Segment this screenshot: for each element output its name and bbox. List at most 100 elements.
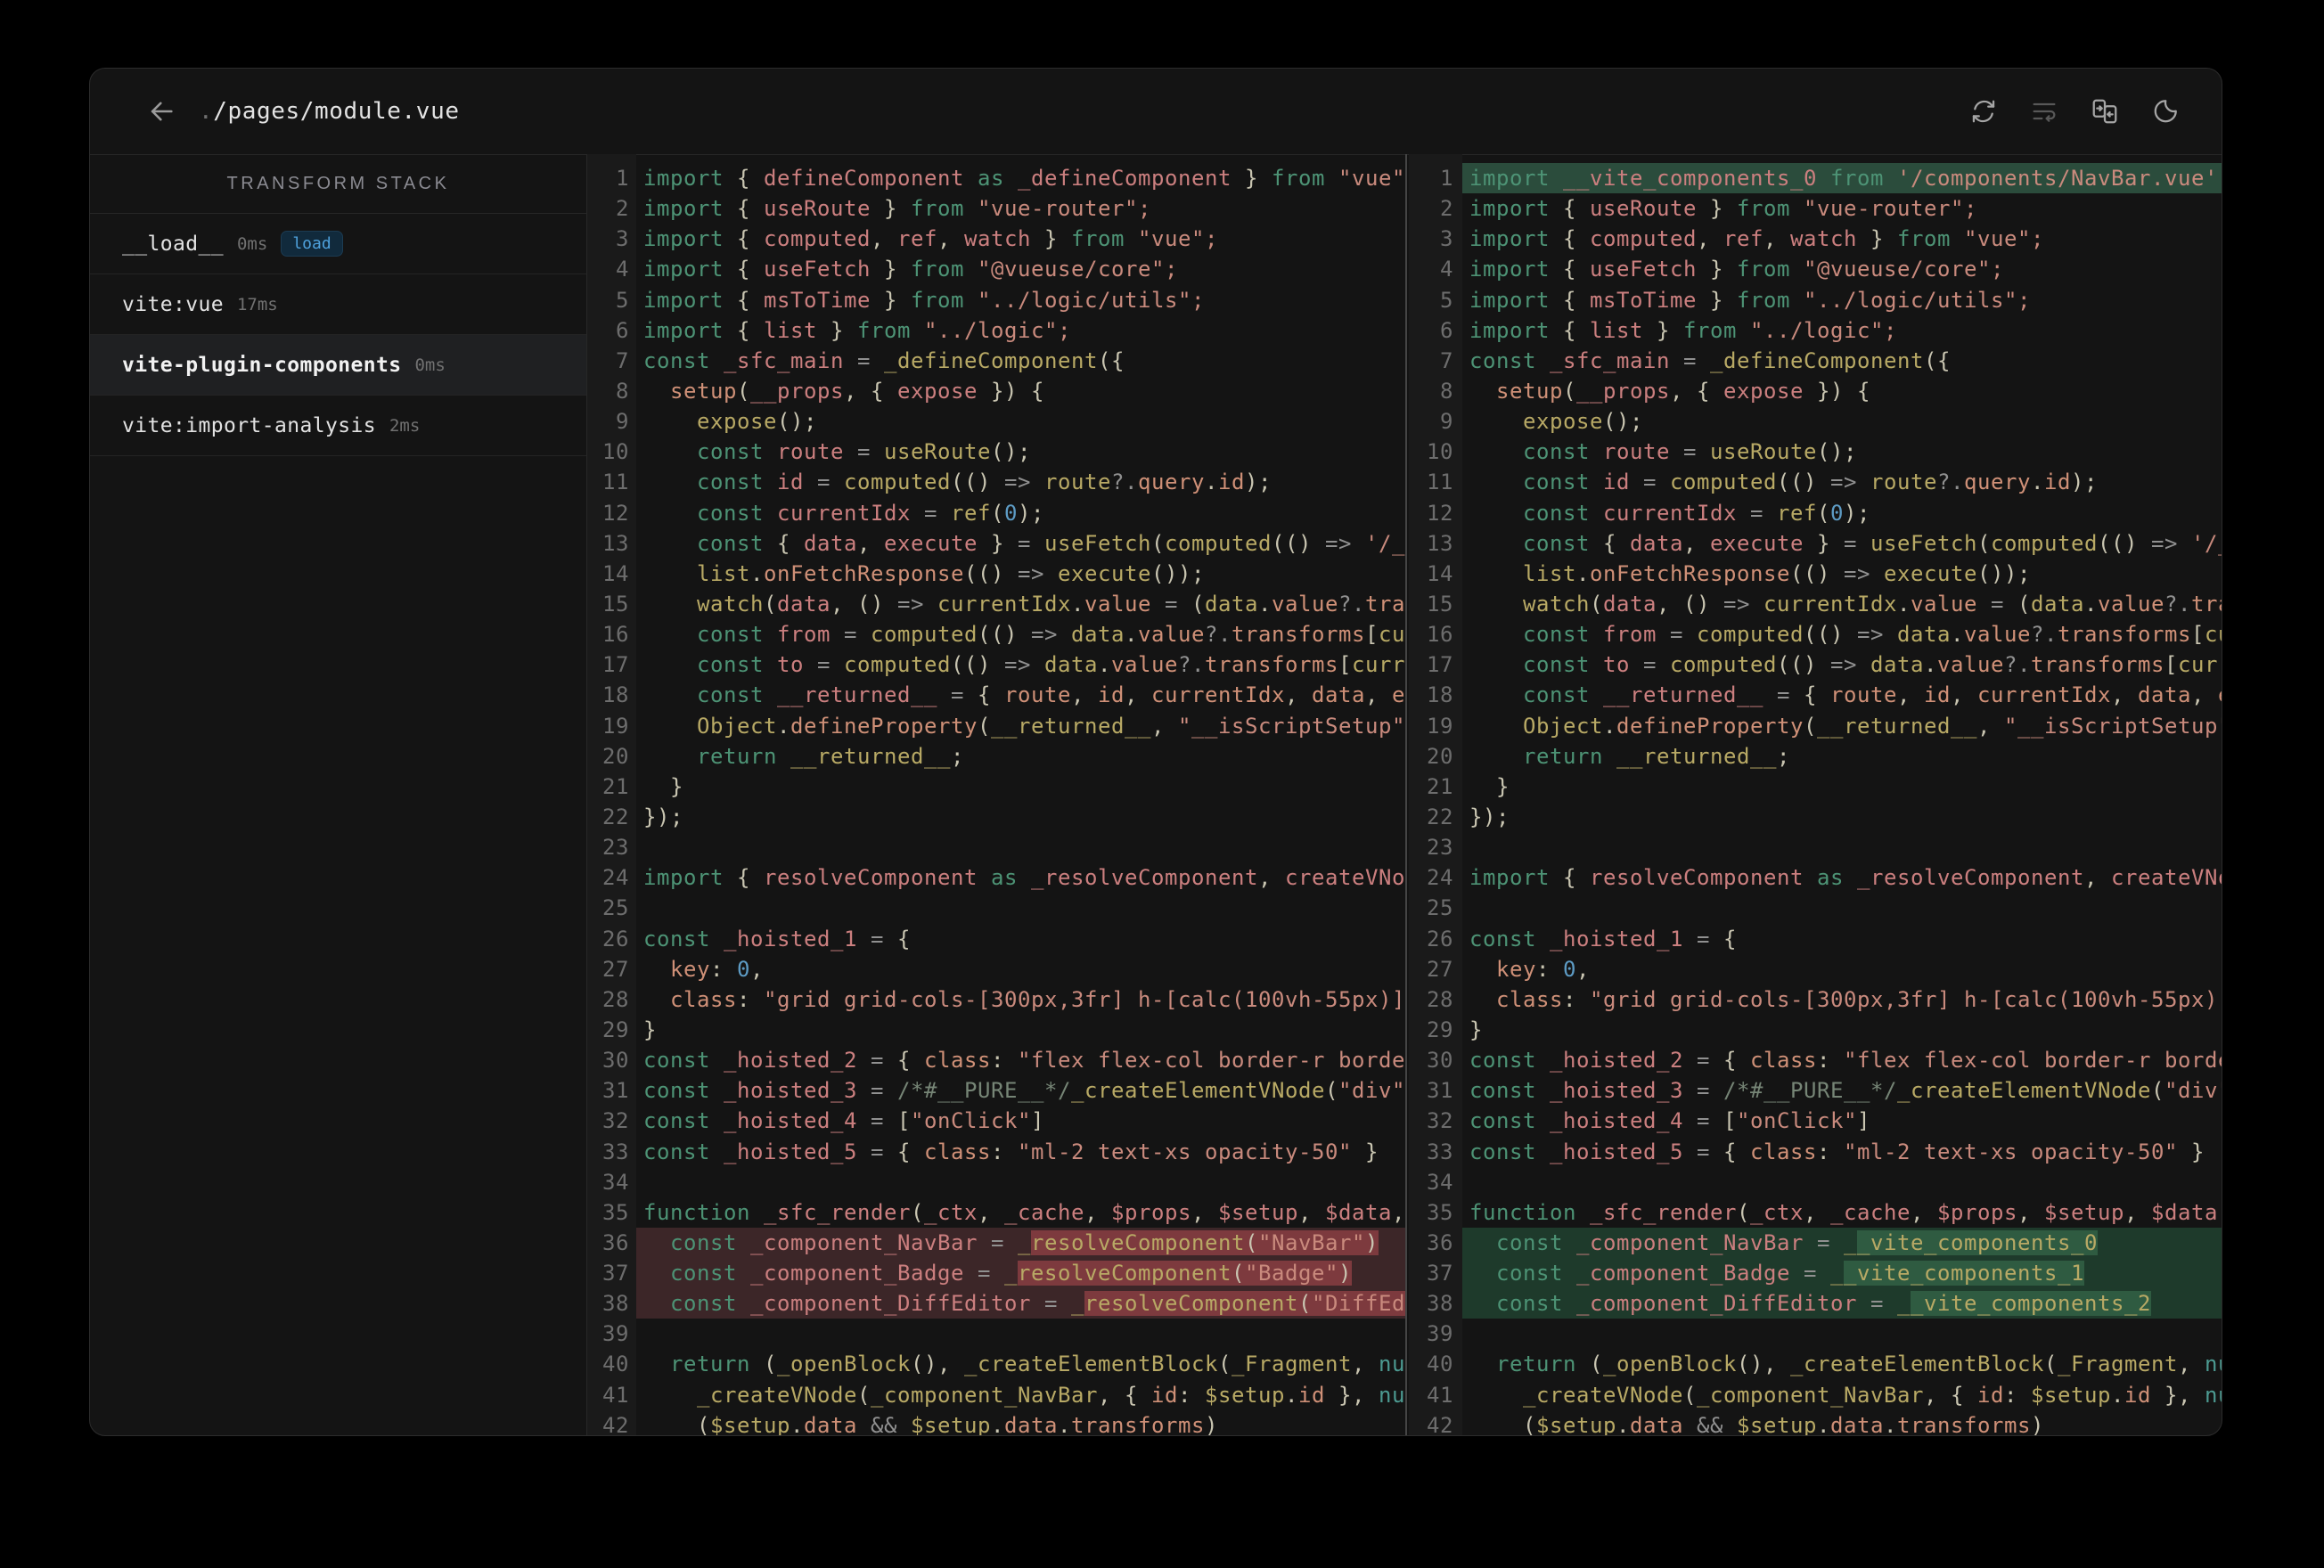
code-line: 9 expose(); xyxy=(587,406,1405,437)
main-area: TRANSFORM STACK __load__ 0ms load vite:vue 1… xyxy=(90,154,2222,1435)
line-number: 12 xyxy=(1427,500,1453,526)
wrap-lines-icon[interactable] xyxy=(2029,96,2059,127)
line-number: 6 xyxy=(1440,317,1453,343)
code-line: 1 import { defineComponent as _defineComp… xyxy=(587,163,1405,193)
code-line: 16 const from = computed(() => data.valu… xyxy=(1409,619,2222,649)
line-number: 28 xyxy=(1427,986,1453,1012)
line-number: 20 xyxy=(1427,743,1453,769)
code-line: 12 const currentIdx = ref(0); xyxy=(587,498,1405,528)
code-line: 22}); xyxy=(587,802,1405,832)
code-text: const _hoisted_1 = { xyxy=(1469,926,1737,951)
line-number: 3 xyxy=(1440,226,1453,252)
code-text: return (_openBlock(), _createElementBloc… xyxy=(1469,1352,2222,1377)
topbar-actions xyxy=(1968,96,2222,127)
transform-stack-item[interactable]: vite:import-analysis 2ms xyxy=(90,396,586,456)
line-number: 39 xyxy=(602,1321,629,1347)
line-number: 5 xyxy=(616,287,629,313)
code-text: function _sfc_render(_ctx, _cache, $prop… xyxy=(643,1199,1405,1225)
line-number: 39 xyxy=(1427,1321,1453,1347)
code-text: setup(__props, { expose }) { xyxy=(1469,378,1870,404)
code-text: import { msToTime } from "../logic/utils… xyxy=(643,287,1205,313)
code-line: 3 import { computed, ref, watch } from "v… xyxy=(1409,224,2222,254)
code-text: import { defineComponent as _defineCompo… xyxy=(643,166,1405,191)
line-number: 1 xyxy=(1440,166,1453,191)
code-line: 40 return (_openBlock(), _createElementB… xyxy=(587,1349,1405,1379)
line-number: 23 xyxy=(1427,835,1453,861)
code-text: const { data, execute } = useFetch(compu… xyxy=(1469,530,2222,556)
title-path: /pages/module.vue xyxy=(213,98,460,125)
code-line: 38 const _component_DiffEditor = _resolv… xyxy=(587,1288,1405,1319)
code-text: return (_openBlock(), _createElementBloc… xyxy=(643,1352,1405,1377)
line-number: 41 xyxy=(602,1382,629,1408)
code-text: }); xyxy=(1469,804,1510,829)
line-number: 4 xyxy=(1440,257,1453,282)
dark-mode-icon[interactable] xyxy=(2150,96,2181,127)
code-line: 31 const _hoisted_3 = /*#__PURE__*/_creat… xyxy=(1409,1075,2222,1106)
code-text: const id = computed(() => route?.query.i… xyxy=(1469,470,2098,495)
code-text: _createVNode(_component_NavBar, { id: $s… xyxy=(1469,1382,2222,1408)
code-line: 2 import { useRoute } from "vue-router"; xyxy=(587,193,1405,224)
line-number: 13 xyxy=(602,530,629,556)
code-text: import { resolveComponent as _resolveCom… xyxy=(643,865,1405,891)
code-panel-after[interactable]: 1 import __vite_components_0 from '/compo… xyxy=(1409,154,2222,1435)
code-text: const _hoisted_2 = { class: "flex flex-c… xyxy=(1469,1048,2222,1074)
transform-stack-item[interactable]: __load__ 0ms load xyxy=(90,214,586,274)
code-line: 42 ($setup.data && $setup.data.transform… xyxy=(587,1410,1405,1435)
page-title: ./pages/module.vue xyxy=(199,98,460,125)
code-text: const to = computed(() => data.value?.tr… xyxy=(1469,652,2222,678)
code-line: 32 const _hoisted_4 = ["onClick"] xyxy=(587,1106,1405,1136)
code-line: 33 const _hoisted_5 = { class: "ml-2 text… xyxy=(587,1137,1405,1167)
line-number: 19 xyxy=(1427,713,1453,739)
code-panel-before[interactable]: 1 import { defineComponent as _defineComp… xyxy=(587,154,1407,1435)
code-text: setup(__props, { expose }) { xyxy=(643,378,1044,404)
code-line: 30 const _hoisted_2 = { class: "flex flex… xyxy=(587,1045,1405,1075)
code-line: 15 watch(data, () => currentIdx.value = … xyxy=(587,589,1405,619)
plugin-duration: 0ms xyxy=(414,355,446,375)
code-line: 20 return __returned__; xyxy=(587,741,1405,772)
transform-stack-item[interactable]: vite-plugin-components 0ms xyxy=(90,335,586,396)
inspector-window: ./pages/module.vue TRANSFORM STACK __loa… xyxy=(89,68,2222,1436)
diff-editor: 1 import { defineComponent as _defineComp… xyxy=(587,154,2222,1435)
code-line: 5 import { msToTime } from "../logic/util… xyxy=(1409,285,2222,315)
code-line: 42 ($setup.data && $setup.data.transform… xyxy=(1409,1410,2222,1435)
line-number: 22 xyxy=(602,804,629,829)
code-text: Object.defineProperty(__returned__, "__i… xyxy=(1469,713,2222,739)
code-line: 6 import { list } from "../logic"; xyxy=(587,315,1405,346)
transform-stack-list: __load__ 0ms load vite:vue 17ms vite-plugin-c… xyxy=(90,214,586,456)
code-line: 19 Object.defineProperty(__returned__, "… xyxy=(1409,711,2222,741)
line-number: 33 xyxy=(1427,1139,1453,1164)
line-number: 40 xyxy=(602,1352,629,1377)
code-line: 21 } xyxy=(587,772,1405,802)
code-line: 33 const _hoisted_5 = { class: "ml-2 text… xyxy=(1409,1137,2222,1167)
code-line: 8 setup(__props, { expose }) { xyxy=(1409,376,2222,406)
diff-panels-icon[interactable] xyxy=(2090,96,2120,127)
code-line: 39 xyxy=(1409,1319,2222,1349)
code-text: key: 0, xyxy=(1469,956,1590,982)
code-text: const route = useRoute(); xyxy=(643,439,1031,465)
line-number: 16 xyxy=(1427,622,1453,648)
code-line: 29} xyxy=(1409,1015,2222,1045)
refresh-icon[interactable] xyxy=(1968,96,1999,127)
topbar: ./pages/module.vue xyxy=(90,69,2222,155)
title-root-dot: . xyxy=(199,98,214,125)
transform-stack-item[interactable]: vite:vue 17ms xyxy=(90,274,586,335)
line-number: 9 xyxy=(616,409,629,435)
line-number: 27 xyxy=(1427,956,1453,982)
code-line: 35 function _sfc_render(_ctx, _cache, $pr… xyxy=(1409,1197,2222,1228)
transform-stack-sidebar: TRANSFORM STACK __load__ 0ms load vite:vue 1… xyxy=(90,154,587,1435)
line-number: 35 xyxy=(1427,1199,1453,1225)
code-line: 1 import __vite_components_0 from '/compo… xyxy=(1409,163,2222,194)
line-number: 19 xyxy=(602,713,629,739)
back-button[interactable] xyxy=(142,92,181,131)
line-number: 37 xyxy=(1427,1261,1453,1286)
code-line: 25 xyxy=(587,893,1405,923)
code-line: 34 xyxy=(1409,1167,2222,1197)
code-line: 26 const _hoisted_1 = { xyxy=(1409,924,2222,954)
code-line: 16 const from = computed(() => data.valu… xyxy=(587,619,1405,649)
code-text: const _hoisted_1 = { xyxy=(643,926,911,951)
line-number: 11 xyxy=(602,470,629,495)
code-text: } xyxy=(643,1017,657,1042)
